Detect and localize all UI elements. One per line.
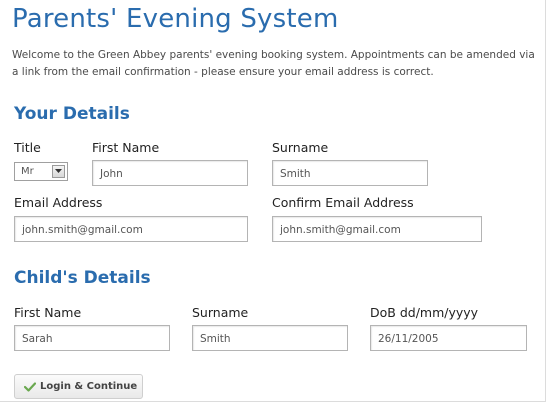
child-first-name-input[interactable]: Sarah xyxy=(14,325,170,351)
first-name-input[interactable]: John xyxy=(92,160,248,186)
email-input[interactable]: john.smith@gmail.com xyxy=(14,216,248,242)
confirm-email-label: Confirm Email Address xyxy=(272,195,414,210)
surname-input[interactable]: Smith xyxy=(272,160,428,186)
title-select-value: Mr xyxy=(21,166,34,177)
dob-label: DoB dd/mm/yyyy xyxy=(370,305,479,320)
child-surname-input[interactable]: Smith xyxy=(192,325,348,351)
child-surname-label: Surname xyxy=(192,305,249,320)
childs-details-heading: Child's Details xyxy=(14,268,151,288)
title-select[interactable]: Mr xyxy=(14,162,68,181)
check-icon xyxy=(23,382,37,395)
page-title: Parents' Evening System xyxy=(12,4,339,34)
login-continue-label: Login & Continue xyxy=(40,381,138,392)
your-details-heading: Your Details xyxy=(14,104,130,124)
first-name-label: First Name xyxy=(92,140,160,155)
confirm-email-input[interactable]: john.smith@gmail.com xyxy=(272,216,482,242)
child-first-name-label: First Name xyxy=(14,305,82,320)
surname-label: Surname xyxy=(272,140,329,155)
email-label: Email Address xyxy=(14,195,103,210)
intro-text: Welcome to the Green Abbey parents' even… xyxy=(12,49,535,78)
dob-input[interactable]: 26/11/2005 xyxy=(370,325,527,351)
title-label: Title xyxy=(14,140,41,155)
dropdown-arrow-icon[interactable] xyxy=(52,165,65,178)
login-continue-button[interactable]: Login & Continue xyxy=(14,374,143,399)
